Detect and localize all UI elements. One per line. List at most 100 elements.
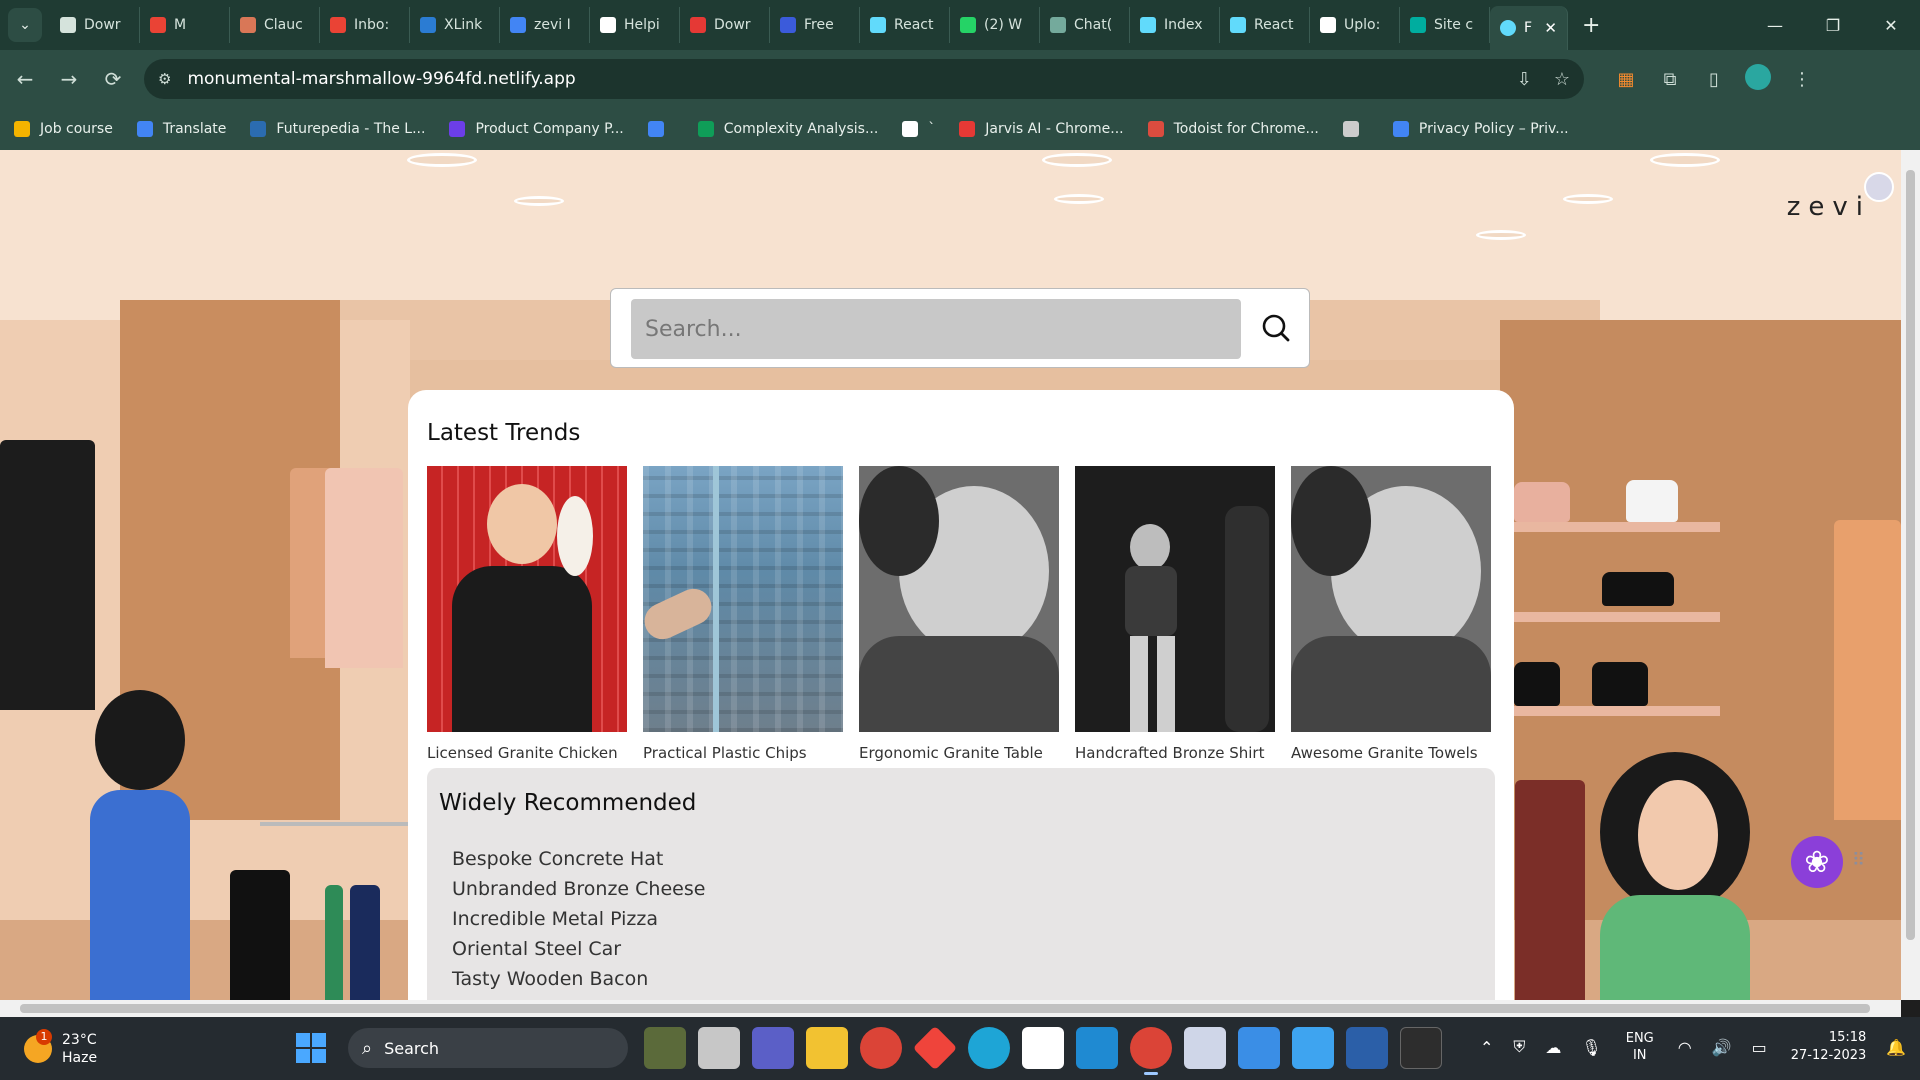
product-card[interactable]: Handcrafted Bronze Shirt [1075,466,1275,762]
bookmark-item[interactable]: Complexity Analysis... [697,121,878,137]
browser-tab[interactable]: React [1220,7,1310,43]
bookmark-item[interactable]: Jarvis AI - Chrome... [959,121,1124,137]
product-card[interactable]: Practical Plastic Chips [643,466,843,762]
notification-bell-icon[interactable]: 🔔 [1886,1038,1906,1057]
microphone-icon[interactable]: 🎙 [1581,1038,1601,1057]
browser-tab[interactable]: M [140,7,230,43]
browser-tab[interactable]: Inbo: [320,7,410,43]
list-item[interactable]: Bespoke Concrete Hat [452,844,705,874]
close-tab-icon[interactable]: ✕ [1544,19,1557,37]
browser-tab[interactable]: Index [1130,7,1220,43]
product-image[interactable] [859,466,1059,732]
product-card[interactable]: Ergonomic Granite Table [859,466,1059,762]
product-image[interactable] [643,466,843,732]
chrome-icon[interactable] [860,1027,902,1069]
flower-extension-icon[interactable]: ❀ [1791,836,1843,888]
weather-widget[interactable]: 1 23°C Haze [24,1028,97,1067]
bookmark-item[interactable]: Translate [136,121,226,137]
bookmark-item[interactable]: ` [902,121,935,137]
bookmark-item[interactable]: Futurepedia - The L... [250,121,425,137]
browser-tab[interactable]: XLink [410,7,500,43]
bookmark-star-icon[interactable]: ☆ [1554,69,1570,90]
profile-button[interactable] [1736,63,1780,95]
bookmark-item[interactable]: Product Company P... [449,121,624,137]
profile-ball-icon[interactable] [1864,172,1894,202]
product-name[interactable]: Awesome Granite Towels [1291,744,1491,762]
product-card[interactable]: Licensed Granite Chicken [427,466,627,762]
terminal-icon[interactable] [1400,1027,1442,1069]
drag-handle-icon[interactable]: ⠿ [1852,850,1865,871]
scrollbar-thumb[interactable] [20,1004,1870,1013]
side-panel-icon[interactable]: ▯ [1692,69,1736,90]
url-text[interactable]: monumental-marshmallow-9964fd.netlify.ap… [187,69,1494,89]
bookmark-item[interactable]: Job course [14,121,113,137]
anydesk-icon[interactable] [912,1025,958,1071]
search-input[interactable] [631,299,1241,359]
scrollbar-thumb[interactable] [1906,170,1915,940]
apps-grid-icon[interactable]: ▦ [1604,69,1648,90]
onedrive-icon[interactable]: ☁ [1545,1038,1561,1057]
browser-tab[interactable]: Dowr [50,7,140,43]
back-button[interactable]: ← [6,67,44,91]
wifi-icon[interactable]: ◠ [1678,1038,1692,1057]
store-icon[interactable] [1022,1027,1064,1069]
menu-icon[interactable]: ⋮ [1780,69,1824,90]
browser-tab[interactable]: React [860,7,950,43]
horizontal-scrollbar[interactable] [0,1000,1901,1017]
browser-tab[interactable]: (2) W [950,7,1040,43]
chevron-up-icon[interactable]: ⌃ [1480,1038,1493,1057]
security-icon[interactable]: ⛨ [1513,1037,1525,1057]
new-tab-button[interactable]: + [1582,13,1600,38]
task-view-icon[interactable] [698,1027,740,1069]
edge-icon[interactable] [968,1027,1010,1069]
product-image[interactable] [1075,466,1275,732]
teams-icon[interactable] [752,1027,794,1069]
file-explorer-icon[interactable] [806,1027,848,1069]
bookmark-item[interactable]: Privacy Policy – Priv... [1392,121,1569,137]
maximize-button[interactable]: ❐ [1804,16,1862,35]
battery-icon[interactable]: ▭ [1752,1038,1767,1057]
list-item[interactable]: Oriental Steel Car [452,934,705,964]
tab-active[interactable]: F ✕ [1490,6,1568,50]
browser-tab[interactable]: Helpi [590,7,680,43]
browser-tab[interactable]: Site c [1400,7,1490,43]
browser-tab[interactable]: zevi I [500,7,590,43]
site-info-icon[interactable]: ⚙ [158,70,171,88]
clock[interactable]: 15:18 27-12-2023 [1791,1029,1867,1065]
bookmark-item[interactable] [647,121,674,137]
minimize-button[interactable]: — [1746,16,1804,35]
search-icon[interactable] [1259,311,1293,345]
notepad-icon[interactable] [1292,1027,1334,1069]
product-card[interactable]: Awesome Granite Towels [1291,466,1491,762]
install-app-icon[interactable]: ⇩ [1517,69,1532,90]
browser-tab[interactable]: Dowr [680,7,770,43]
product-name[interactable]: Handcrafted Bronze Shirt [1075,744,1275,762]
browser-tab[interactable]: Chat( [1040,7,1130,43]
snipping-tool-icon[interactable] [1184,1027,1226,1069]
bookmark-item[interactable] [1342,121,1369,137]
photos-icon[interactable] [1238,1027,1280,1069]
list-item[interactable]: Unbranded Bronze Cheese [452,874,705,904]
browser-tab[interactable]: Clauc [230,7,320,43]
remote-desktop-icon[interactable] [1346,1027,1388,1069]
extensions-icon[interactable]: ⧉ [1648,69,1692,90]
list-item[interactable]: Incredible Metal Pizza [452,904,705,934]
address-bar[interactable]: ⚙ monumental-marshmallow-9964fd.netlify.… [144,59,1584,99]
close-window-button[interactable]: ✕ [1862,16,1920,35]
windows-start-icon[interactable] [296,1033,326,1063]
list-item[interactable]: Tasty Wooden Bacon [452,964,705,994]
forward-button[interactable]: → [50,67,88,91]
vscode-icon[interactable] [1076,1027,1118,1069]
product-name[interactable]: Ergonomic Granite Table [859,744,1059,762]
browser-tab[interactable]: Free [770,7,860,43]
product-name[interactable]: Licensed Granite Chicken [427,744,627,762]
product-image[interactable] [1291,466,1491,732]
browser-tab[interactable]: Uplo: [1310,7,1400,43]
game-pass-icon[interactable] [644,1027,686,1069]
bookmark-item[interactable]: Todoist for Chrome... [1147,121,1319,137]
vertical-scrollbar[interactable] [1901,150,1920,1000]
tab-search-button[interactable]: ⌄ [8,8,42,42]
product-image[interactable] [427,466,627,732]
product-name[interactable]: Practical Plastic Chips [643,744,843,762]
volume-icon[interactable]: 🔊 [1712,1038,1732,1057]
